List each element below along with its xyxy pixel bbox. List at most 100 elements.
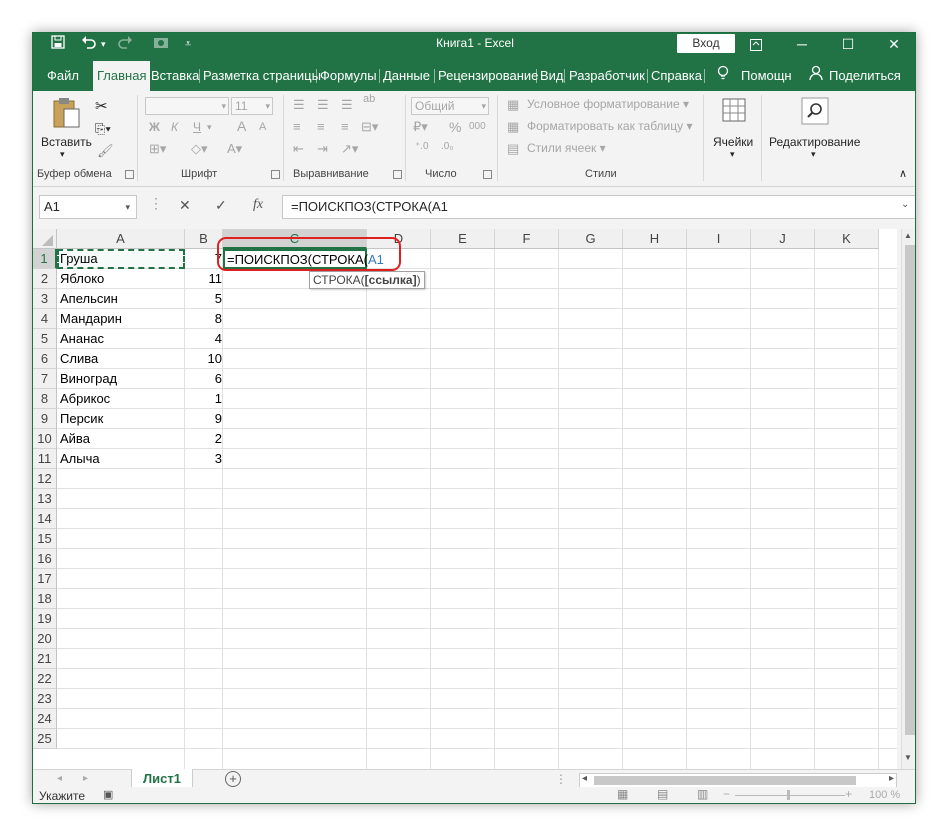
- camera-icon[interactable]: [153, 35, 169, 53]
- tab-split-grip-icon[interactable]: ⋮: [555, 772, 567, 786]
- clipboard-launcher-icon[interactable]: [125, 170, 134, 179]
- horizontal-scrollbar[interactable]: ◂ ▸: [579, 773, 897, 788]
- row-header-15[interactable]: 15: [33, 529, 57, 549]
- decrease-indent-icon[interactable]: ⇤: [293, 141, 304, 157]
- cell-fruit-value[interactable]: 3: [185, 449, 222, 469]
- underline-dropdown-icon[interactable]: ▾: [207, 122, 212, 133]
- customize-icon[interactable]: ⩡: [185, 35, 191, 53]
- cell-fruit-value[interactable]: 6: [185, 369, 222, 389]
- row-header-17[interactable]: 17: [33, 569, 57, 589]
- select-all-corner[interactable]: [33, 229, 57, 249]
- paste-dropdown-icon[interactable]: ▾: [60, 149, 65, 160]
- redo-icon[interactable]: [117, 35, 133, 53]
- name-box[interactable]: A1 ▾: [39, 195, 137, 219]
- row-header-23[interactable]: 23: [33, 689, 57, 709]
- row-header-1[interactable]: 1: [33, 249, 57, 269]
- merge-cells-icon[interactable]: ⊟▾: [361, 119, 378, 135]
- align-right-icon[interactable]: ≡: [341, 119, 349, 134]
- tab-review[interactable]: Рецензирование: [438, 65, 538, 87]
- row-header-14[interactable]: 14: [33, 509, 57, 529]
- cell-fruit-value[interactable]: 1: [185, 389, 222, 409]
- prev-sheet-icon[interactable]: ◂: [57, 773, 62, 784]
- save-icon[interactable]: [51, 35, 65, 53]
- cell-fruit-value[interactable]: 11: [185, 269, 223, 289]
- column-header-j[interactable]: J: [751, 229, 815, 249]
- font-size-dropdown[interactable]: 11 ▾: [231, 97, 273, 115]
- collapse-ribbon-icon[interactable]: ∧: [899, 167, 907, 180]
- scroll-up-icon[interactable]: ▲: [904, 231, 912, 240]
- row-header-3[interactable]: 3: [33, 289, 57, 309]
- increase-decimal-icon[interactable]: ⁺.0: [415, 141, 429, 152]
- cells-dropdown-icon[interactable]: ▾: [730, 149, 735, 160]
- cell-fruit-value[interactable]: 5: [185, 289, 222, 309]
- enter-icon[interactable]: ✓: [215, 197, 227, 214]
- bold-button[interactable]: Ж: [149, 120, 160, 134]
- undo-dropdown-icon[interactable]: ▾: [101, 35, 106, 53]
- cells-icon[interactable]: [721, 97, 747, 128]
- tab-data[interactable]: Данные: [383, 65, 430, 87]
- normal-view-icon[interactable]: ▦: [617, 787, 628, 801]
- zoom-out-icon[interactable]: −: [723, 787, 730, 801]
- wrap-text-icon[interactable]: ab: [363, 93, 375, 105]
- row-header-19[interactable]: 19: [33, 609, 57, 629]
- close-icon[interactable]: ✕: [871, 33, 915, 55]
- column-header-k[interactable]: K: [815, 229, 879, 249]
- tab-page-layout[interactable]: Разметка страницы: [203, 65, 321, 87]
- paste-icon[interactable]: [51, 97, 81, 134]
- column-header-g[interactable]: G: [559, 229, 623, 249]
- number-format-dropdown[interactable]: Общий ▾: [411, 97, 489, 115]
- percent-button[interactable]: %: [449, 119, 461, 135]
- horizontal-scroll-thumb[interactable]: [594, 776, 856, 785]
- cell-fruit-value[interactable]: 2: [185, 429, 222, 449]
- macro-record-icon[interactable]: ▣: [103, 788, 113, 801]
- zoom-slider[interactable]: [735, 795, 845, 796]
- ribbon-display-icon[interactable]: [733, 33, 779, 55]
- tab-developer[interactable]: Разработчик: [569, 65, 645, 87]
- shrink-font-button[interactable]: A: [259, 121, 266, 133]
- scroll-right-icon[interactable]: ▸: [889, 773, 894, 784]
- cell-fruit-name[interactable]: Персик: [60, 409, 103, 429]
- cell-fruit-name[interactable]: Слива: [60, 349, 98, 369]
- column-header-i[interactable]: I: [687, 229, 751, 249]
- row-header-24[interactable]: 24: [33, 709, 57, 729]
- scroll-down-icon[interactable]: ▼: [904, 753, 912, 762]
- page-break-view-icon[interactable]: ▥: [697, 787, 708, 801]
- editing-button[interactable]: Редактирование: [769, 135, 860, 149]
- orientation-icon[interactable]: ↗▾: [341, 141, 358, 157]
- vertical-scrollbar[interactable]: ▲ ▼: [901, 229, 915, 769]
- italic-button[interactable]: К: [171, 120, 178, 134]
- grow-font-button[interactable]: A: [237, 118, 246, 134]
- cell-fruit-name[interactable]: Виноград: [60, 369, 117, 389]
- tab-file[interactable]: Файл: [47, 65, 79, 87]
- tab-insert[interactable]: Вставка: [151, 65, 199, 87]
- insert-function-button[interactable]: fx: [253, 197, 263, 213]
- tab-view[interactable]: Вид: [540, 65, 564, 87]
- minimize-icon[interactable]: ─: [779, 33, 825, 55]
- fill-color-icon[interactable]: ◇▾: [191, 141, 208, 157]
- row-header-22[interactable]: 22: [33, 669, 57, 689]
- row-header-20[interactable]: 20: [33, 629, 57, 649]
- zoom-level[interactable]: 100 %: [869, 789, 900, 801]
- add-sheet-icon[interactable]: +: [225, 771, 241, 787]
- copy-icon[interactable]: ⎘▾: [95, 121, 111, 137]
- column-header-h[interactable]: H: [623, 229, 687, 249]
- tab-help[interactable]: Справка: [651, 65, 702, 87]
- thousands-button[interactable]: 000: [469, 121, 486, 132]
- scroll-left-icon[interactable]: ◂: [582, 773, 587, 784]
- share-button[interactable]: Поделиться: [829, 65, 901, 87]
- cancel-icon[interactable]: ✕: [179, 197, 191, 214]
- align-left-icon[interactable]: ≡: [293, 119, 301, 134]
- row-header-7[interactable]: 7: [33, 369, 57, 389]
- cell-fruit-name[interactable]: Мандарин: [60, 309, 122, 329]
- column-header-f[interactable]: F: [495, 229, 559, 249]
- editing-dropdown-icon[interactable]: ▾: [811, 149, 816, 160]
- paste-button[interactable]: Вставить: [41, 135, 92, 149]
- column-header-a[interactable]: A: [57, 229, 185, 249]
- cell-fruit-value[interactable]: 8: [185, 309, 222, 329]
- align-center-icon[interactable]: ≡: [317, 119, 325, 134]
- cell-fruit-name[interactable]: Ананас: [60, 329, 104, 349]
- maximize-icon[interactable]: ☐: [825, 33, 871, 55]
- row-header-5[interactable]: 5: [33, 329, 57, 349]
- align-top-icon[interactable]: ☰: [293, 97, 305, 113]
- row-header-12[interactable]: 12: [33, 469, 57, 489]
